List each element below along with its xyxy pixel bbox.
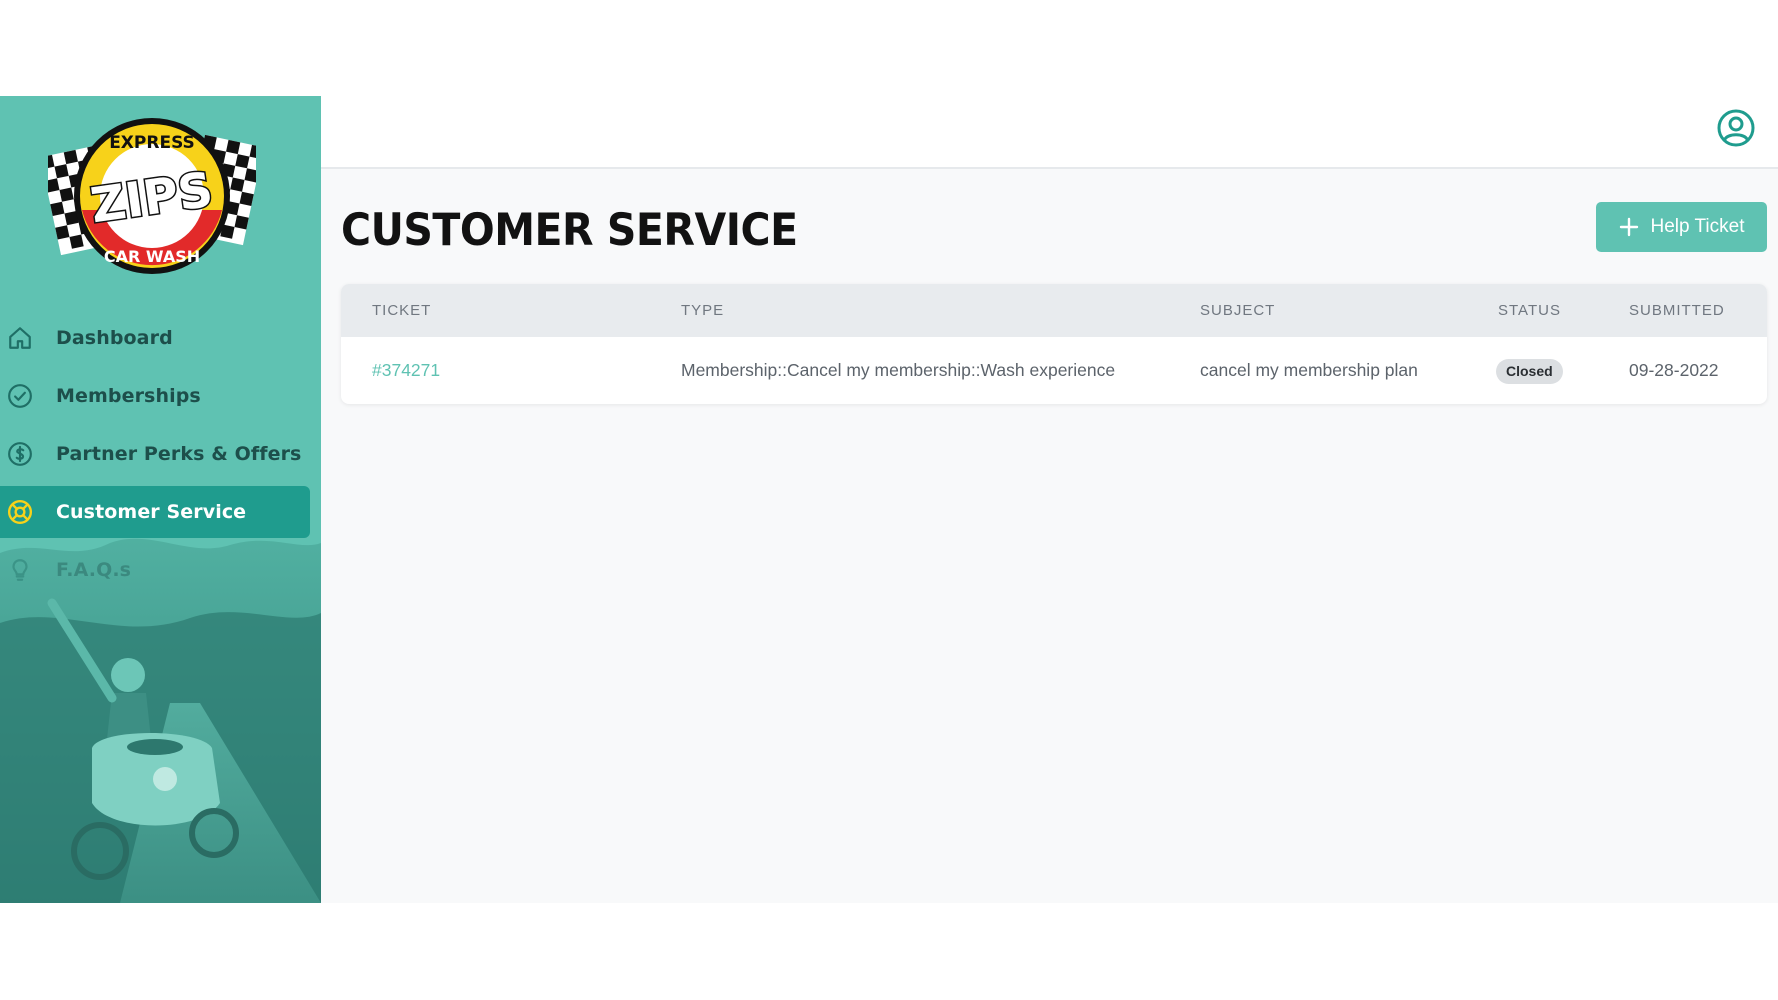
status-badge: Closed: [1496, 359, 1563, 384]
check-circle-icon: [6, 382, 34, 410]
svg-text:EXPRESS: EXPRESS: [109, 133, 195, 153]
lightbulb-icon: [6, 556, 34, 584]
ticket-subject: cancel my membership plan: [1200, 360, 1418, 380]
help-ticket-button-label: Help Ticket: [1650, 216, 1745, 237]
home-icon: [6, 324, 34, 352]
sidebar-item-faqs[interactable]: F.A.Q.s: [0, 544, 310, 596]
zips-logo[interactable]: EXPRESS ZIPS CAR WASH: [48, 110, 256, 280]
column-header-type: TYPE: [681, 302, 725, 319]
column-header-status: STATUS: [1498, 302, 1561, 319]
sidebar-nav: Dashboard Memberships Partner Perks & Of…: [0, 312, 321, 602]
app-shell: EXPRESS ZIPS CAR WASH Dashboard Membersh…: [0, 96, 1778, 903]
column-header-subject: SUBJECT: [1200, 302, 1276, 319]
table-row[interactable]: #374271 Membership::Cancel my membership…: [341, 337, 1767, 404]
sidebar-item-partner-perks[interactable]: Partner Perks & Offers: [0, 428, 310, 480]
plus-icon: [1619, 217, 1638, 237]
top-bar: [321, 96, 1778, 169]
sidebar-item-dashboard[interactable]: Dashboard: [0, 312, 310, 364]
column-header-ticket: TICKET: [372, 302, 432, 319]
sidebar-item-label: Customer Service: [56, 501, 247, 523]
dollar-circle-icon: [6, 440, 34, 468]
help-ticket-button[interactable]: Help Ticket: [1596, 202, 1767, 252]
main-content: CUSTOMER SERVICE Help Ticket TICKET TYPE…: [321, 96, 1778, 903]
page-title: CUSTOMER SERVICE: [341, 204, 798, 256]
lifebuoy-icon: [6, 498, 34, 526]
sidebar-item-label: Partner Perks & Offers: [56, 443, 302, 465]
ticket-submitted-date: 09-28-2022: [1629, 360, 1719, 380]
sidebar-item-label: Dashboard: [56, 327, 173, 349]
sidebar: EXPRESS ZIPS CAR WASH Dashboard Membersh…: [0, 96, 321, 903]
column-header-submitted: SUBMITTED: [1629, 302, 1725, 319]
user-circle-icon[interactable]: [1716, 108, 1756, 148]
svg-text:CAR WASH: CAR WASH: [104, 247, 200, 266]
sidebar-item-label: F.A.Q.s: [56, 559, 132, 581]
sidebar-item-memberships[interactable]: Memberships: [0, 370, 310, 422]
sidebar-item-label: Memberships: [56, 385, 201, 407]
tickets-table: TICKET TYPE SUBJECT STATUS SUBMITTED #37…: [341, 284, 1767, 404]
ticket-link[interactable]: #374271: [372, 337, 440, 404]
sidebar-item-customer-service[interactable]: Customer Service: [0, 486, 310, 538]
table-header: TICKET TYPE SUBJECT STATUS SUBMITTED: [341, 284, 1767, 337]
ticket-type: Membership::Cancel my membership::Wash e…: [681, 360, 1116, 380]
